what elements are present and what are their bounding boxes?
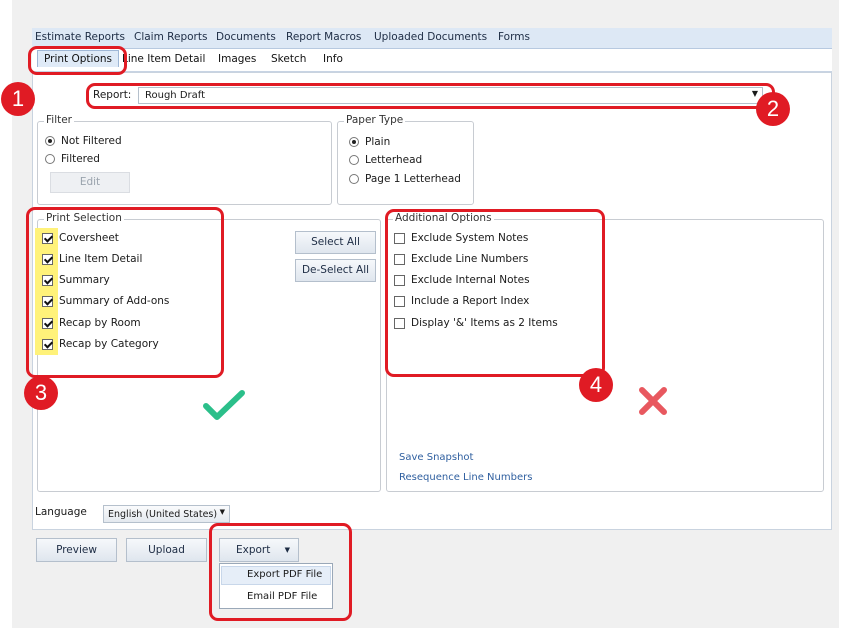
tab-line-item-detail[interactable]: Line Item Detail	[122, 53, 205, 65]
chevron-down-icon: ▼	[219, 508, 225, 516]
paper-page1-letterhead[interactable]: Page 1 Letterhead	[349, 173, 461, 185]
filter-not-filtered[interactable]: Not Filtered	[45, 135, 122, 147]
tab-uploaded-documents[interactable]: Uploaded Documents	[374, 31, 487, 43]
radio-selected-icon	[349, 137, 359, 147]
tab-claim-reports[interactable]: Claim Reports	[134, 31, 207, 43]
step-3-marker: 3	[24, 376, 58, 410]
language-label: Language	[35, 506, 87, 518]
tab-info[interactable]: Info	[323, 53, 343, 65]
paper-option-label: Letterhead	[365, 154, 423, 166]
radio-icon	[349, 155, 359, 165]
tab-report-macros[interactable]: Report Macros	[286, 31, 361, 43]
paper-letterhead[interactable]: Letterhead	[349, 154, 422, 166]
preview-button[interactable]: Preview	[36, 538, 117, 562]
callout-frame-report-select	[86, 83, 775, 109]
step-1-marker: 1	[1, 82, 35, 116]
callout-frame-export	[209, 523, 352, 621]
deselect-all-button[interactable]: De-Select All	[295, 259, 376, 282]
radio-icon	[45, 154, 55, 164]
save-snapshot-link[interactable]: Save Snapshot	[399, 452, 473, 463]
callout-frame-additional-options	[385, 209, 605, 377]
filter-title: Filter	[44, 114, 75, 126]
paper-plain[interactable]: Plain	[349, 136, 390, 148]
callout-frame-print-options	[28, 46, 127, 75]
filter-option-label: Not Filtered	[61, 135, 122, 147]
resequence-line-numbers-link[interactable]: Resequence Line Numbers	[399, 472, 532, 483]
step-2-marker: 2	[756, 92, 790, 126]
select-all-button[interactable]: Select All	[295, 231, 376, 254]
report-category-tabs: Estimate Reports Claim Reports Documents…	[32, 28, 832, 49]
cross-icon	[639, 387, 667, 415]
radio-icon	[349, 174, 359, 184]
language-select-value: English (United States)	[108, 509, 218, 520]
estimate-report-tabs: Print Options Line Item Detail Images Sk…	[32, 49, 832, 72]
tab-estimate-reports[interactable]: Estimate Reports	[35, 31, 125, 43]
tab-documents[interactable]: Documents	[216, 31, 276, 43]
upload-button[interactable]: Upload	[126, 538, 207, 562]
callout-frame-print-selection	[26, 207, 224, 378]
language-select[interactable]: English (United States) ▼	[103, 505, 230, 523]
tab-sketch[interactable]: Sketch	[271, 53, 306, 65]
filter-filtered[interactable]: Filtered	[45, 153, 100, 165]
paper-option-label: Plain	[365, 136, 391, 148]
edit-filter-button[interactable]: Edit	[50, 172, 130, 193]
checkmark-icon	[203, 390, 245, 420]
radio-selected-icon	[45, 136, 55, 146]
filter-option-label: Filtered	[61, 153, 100, 165]
tab-forms[interactable]: Forms	[498, 31, 530, 43]
paper-option-label: Page 1 Letterhead	[365, 173, 461, 185]
step-4-marker: 4	[579, 368, 613, 402]
paper-type-title: Paper Type	[344, 114, 406, 126]
tab-images[interactable]: Images	[218, 53, 256, 65]
